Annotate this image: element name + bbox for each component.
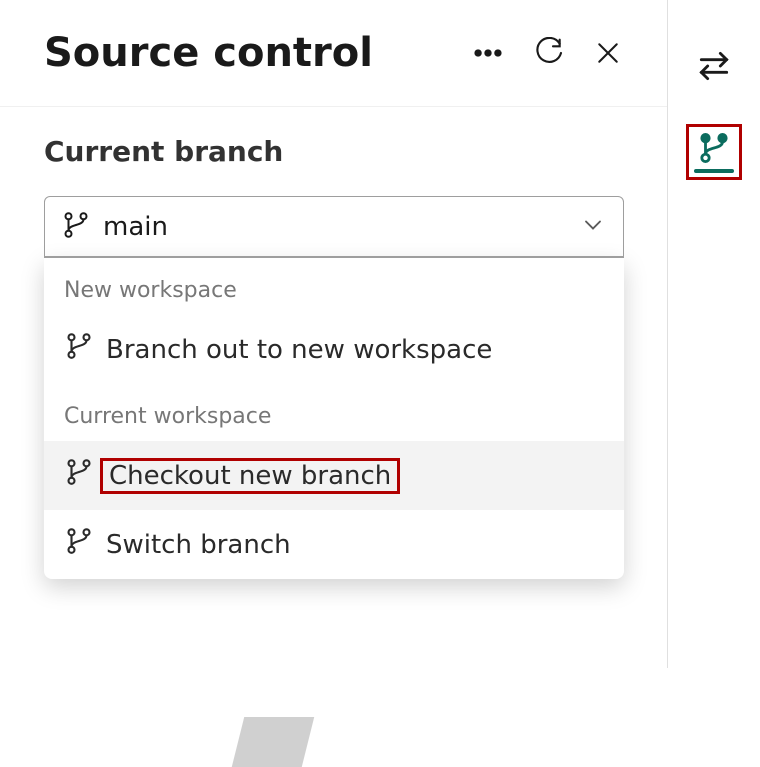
chevron-down-icon <box>579 211 607 243</box>
source-control-panel: Source control <box>0 0 668 668</box>
section-title: Current branch <box>44 135 623 168</box>
branch-dropdown-trigger[interactable]: main <box>44 196 624 258</box>
branch-icon <box>64 331 94 368</box>
branch-selected-value: main <box>103 212 567 242</box>
menu-item-checkout-new-branch[interactable]: Checkout new branch <box>44 441 624 510</box>
menu-item-switch-branch[interactable]: Switch branch <box>44 510 624 579</box>
branch-icon <box>61 210 91 244</box>
close-icon[interactable] <box>593 38 623 68</box>
refresh-icon[interactable] <box>533 37 565 69</box>
branch-icon <box>64 526 94 563</box>
menu-item-branch-out[interactable]: Branch out to new workspace <box>44 315 624 384</box>
branch-icon <box>64 457 94 494</box>
swap-icon[interactable] <box>686 38 742 94</box>
menu-item-label: Branch out to new workspace <box>106 335 492 365</box>
source-control-tab[interactable] <box>686 124 742 180</box>
tab-active-indicator <box>694 169 734 173</box>
background-shape <box>232 717 314 767</box>
dropdown-group-new-workspace: New workspace <box>44 258 624 315</box>
panel-header: Source control <box>0 0 667 107</box>
more-icon[interactable] <box>471 36 505 70</box>
branch-dropdown-menu: New workspace Branch out to new workspac… <box>44 258 624 579</box>
menu-item-label: Switch branch <box>106 530 291 560</box>
header-actions <box>471 36 623 70</box>
right-rail <box>668 0 760 668</box>
menu-item-label: Checkout new branch <box>100 458 400 494</box>
panel-title: Source control <box>44 30 471 76</box>
dropdown-group-current-workspace: Current workspace <box>44 384 624 441</box>
panel-content: Current branch main New workspace <box>0 107 667 607</box>
